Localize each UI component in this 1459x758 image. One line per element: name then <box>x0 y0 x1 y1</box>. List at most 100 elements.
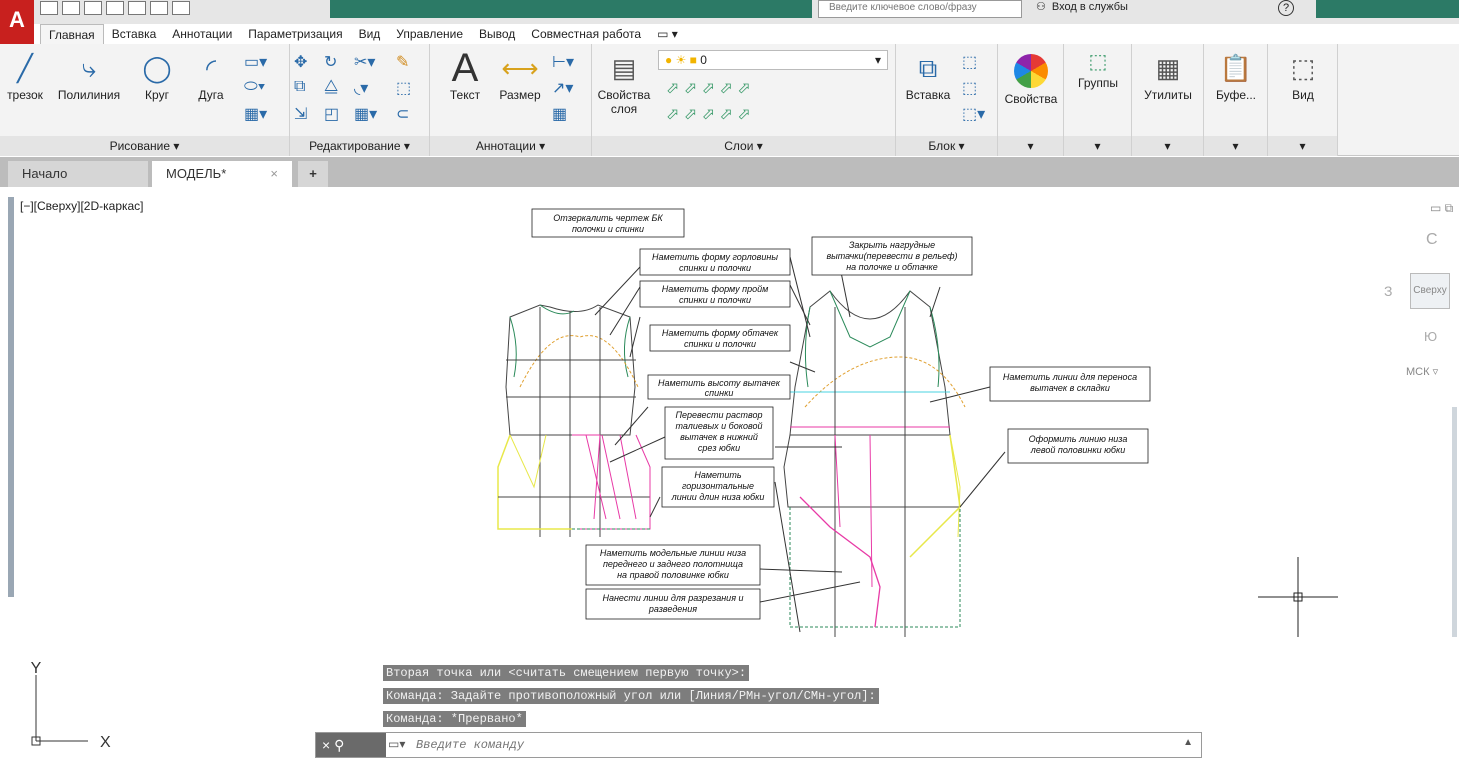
explode-icon[interactable]: ⬚ <box>396 78 411 98</box>
sheet-manager-strip[interactable] <box>8 197 14 597</box>
copy-icon[interactable]: ⧉ <box>294 78 305 96</box>
ribbon: ╱ трезок ⤷ Полилиния ◯ Круг ◜ Дуга ▭▾ ⬭▾… <box>0 44 1459 156</box>
tab-output[interactable]: Вывод <box>471 24 523 44</box>
signin-label: Вход в службы <box>1051 1 1128 13</box>
ucs-menu[interactable]: МСК ▿ <box>1406 365 1438 378</box>
viewport-controls[interactable]: [−][Сверху][2D-каркас] <box>20 199 144 213</box>
polyline-tool-button[interactable]: ⤷ Полилиния <box>54 48 124 102</box>
note-text: Оформить линию низа <box>1029 434 1128 444</box>
edit-block-icon[interactable]: ⬚ <box>962 78 977 98</box>
utilities-panel-expand[interactable]: ▾ <box>1132 136 1203 156</box>
clipboard-panel: 📋 Буфе... ▾ <box>1204 44 1268 156</box>
command-input[interactable] <box>416 735 1176 755</box>
linear-dim-icon[interactable]: ⊢▾ <box>552 52 574 72</box>
new-file-icon[interactable] <box>40 1 58 15</box>
annotation-panel-title[interactable]: Аннотации ▾ <box>430 136 591 156</box>
tab-view[interactable]: Вид <box>351 24 389 44</box>
title-strip <box>330 0 812 18</box>
note-text: левой половинки юбки <box>1030 445 1125 455</box>
move-icon[interactable]: ✥ <box>294 52 307 72</box>
table-icon[interactable]: ▦ <box>552 104 567 124</box>
tab-collaborate[interactable]: Совместная работа <box>523 24 649 44</box>
layer-properties-button[interactable]: ▤ Свойства слоя <box>594 48 654 116</box>
signin-button[interactable]: ⚇ Вход в службы <box>1036 0 1128 18</box>
expand-history-icon[interactable]: ▲ <box>1183 737 1193 748</box>
undo-icon[interactable] <box>150 1 168 15</box>
quick-access-toolbar <box>40 1 190 21</box>
application-menu-button[interactable]: A <box>0 0 34 44</box>
erase-icon[interactable]: ✎ <box>396 52 409 72</box>
tab-start[interactable]: Начало <box>8 161 148 187</box>
group-icon: ⬚ <box>1088 51 1108 73</box>
tab-model[interactable]: МОДЕЛЬ* × <box>152 161 292 187</box>
block-panel-title[interactable]: Блок ▾ <box>896 136 997 156</box>
view-button[interactable]: ⬚ Вид <box>1268 48 1338 102</box>
tab-manage[interactable]: Управление <box>388 24 471 44</box>
tab-insert[interactable]: Вставка <box>104 24 165 44</box>
drawing-canvas[interactable]: [−][Сверху][2D-каркас] Отзеркалить черте… <box>0 187 1459 758</box>
viewcube-south[interactable]: Ю <box>1424 329 1437 344</box>
restore-window-icon[interactable]: ▭ ⧉ <box>1430 201 1453 216</box>
help-icon[interactable]: ? <box>1278 0 1294 16</box>
circle-tool-button[interactable]: ◯ Круг <box>132 48 182 102</box>
layer-dropdown[interactable]: ● ☀ ■ 0 ▾ <box>658 50 888 70</box>
ribbon-options-button[interactable]: ▭ ▾ <box>649 24 686 44</box>
viewcube-top-face[interactable]: Сверху <box>1410 273 1450 309</box>
text-tool-button[interactable]: A Текст <box>440 48 490 102</box>
svg-text:спинки и полочки: спинки и полочки <box>684 339 756 349</box>
viewcube[interactable]: ▭ ⧉ С З Сверху Ю МСК ▿ <box>1374 197 1459 378</box>
array-icon[interactable]: ▦▾ <box>354 104 377 124</box>
save-as-icon[interactable] <box>106 1 124 15</box>
save-icon[interactable] <box>84 1 102 15</box>
tab-parametric[interactable]: Параметризация <box>240 24 350 44</box>
utilities-button[interactable]: ▦ Утилиты <box>1132 48 1204 102</box>
open-file-icon[interactable] <box>62 1 80 15</box>
note-text: Наметить форму пройм <box>662 284 769 294</box>
rectangle-icon[interactable]: ▭▾ <box>244 52 267 72</box>
properties-panel: Свойства ▾ <box>998 44 1064 156</box>
draw-panel-title[interactable]: Рисование ▾ <box>0 136 289 156</box>
note-text: Наметить высоту вытачек <box>658 378 781 388</box>
search-input[interactable]: Введите ключевое слово/фразу <box>818 0 1022 18</box>
layers-panel-title[interactable]: Слои ▾ <box>592 136 895 156</box>
view-panel-expand[interactable]: ▾ <box>1268 136 1337 156</box>
stretch-icon[interactable]: ⇲ <box>294 104 307 124</box>
redo-icon[interactable] <box>172 1 190 15</box>
tab-home[interactable]: Главная <box>40 24 104 44</box>
title-strip-right <box>1316 0 1459 18</box>
fillet-icon[interactable]: ◟▾ <box>354 78 368 98</box>
viewcube-north[interactable]: С <box>1426 231 1438 249</box>
layer-tools-row1-icon[interactable]: ⬀ ⬀ ⬀ ⬀ ⬀ <box>666 78 751 98</box>
hatch-icon[interactable]: ▦▾ <box>244 104 267 124</box>
layer-tools-row2-icon[interactable]: ⬀ ⬀ ⬀ ⬀ ⬀ <box>666 104 751 124</box>
scale-icon[interactable]: ◰ <box>324 104 339 124</box>
clipboard-panel-expand[interactable]: ▾ <box>1204 136 1267 156</box>
plot-icon[interactable] <box>128 1 146 15</box>
clipboard-button[interactable]: 📋 Буфе... <box>1204 48 1268 102</box>
groups-button[interactable]: ⬚ Группы <box>1064 48 1132 90</box>
user-icon: ⚇ <box>1036 1 1046 13</box>
mirror-icon[interactable]: ⧋ <box>324 78 338 96</box>
offset-icon[interactable]: ⊂ <box>396 104 409 124</box>
recent-commands-icon[interactable]: ▭▾ <box>388 737 416 753</box>
navigation-bar-strip[interactable] <box>1452 407 1457 637</box>
tab-annotate[interactable]: Аннотации <box>164 24 240 44</box>
close-icon[interactable]: × <box>270 161 278 187</box>
block-attribute-icon[interactable]: ⬚▾ <box>962 104 985 124</box>
create-block-icon[interactable]: ⬚ <box>962 52 977 72</box>
command-line-controls[interactable]: × ⚲ <box>316 733 386 757</box>
dimension-tool-button[interactable]: ⟷ Размер <box>494 48 546 102</box>
modify-panel-title[interactable]: Редактирование ▾ <box>290 136 429 156</box>
arc-tool-button[interactable]: ◜ Дуга <box>186 48 236 102</box>
groups-panel-expand[interactable]: ▾ <box>1064 136 1131 156</box>
trim-icon[interactable]: ✂▾ <box>354 52 375 72</box>
rotate-icon[interactable]: ↻ <box>324 52 337 72</box>
insert-block-button[interactable]: ⧉ Вставка <box>898 48 958 102</box>
viewcube-west[interactable]: З <box>1384 283 1392 299</box>
properties-panel-expand[interactable]: ▾ <box>998 136 1063 156</box>
properties-button[interactable]: Свойства <box>998 44 1064 106</box>
ellipse-icon[interactable]: ⬭▾ <box>244 78 265 96</box>
new-tab-button[interactable]: + <box>298 161 328 187</box>
line-tool-button[interactable]: ╱ трезок <box>0 48 50 102</box>
leader-icon[interactable]: ↗▾ <box>552 78 573 98</box>
